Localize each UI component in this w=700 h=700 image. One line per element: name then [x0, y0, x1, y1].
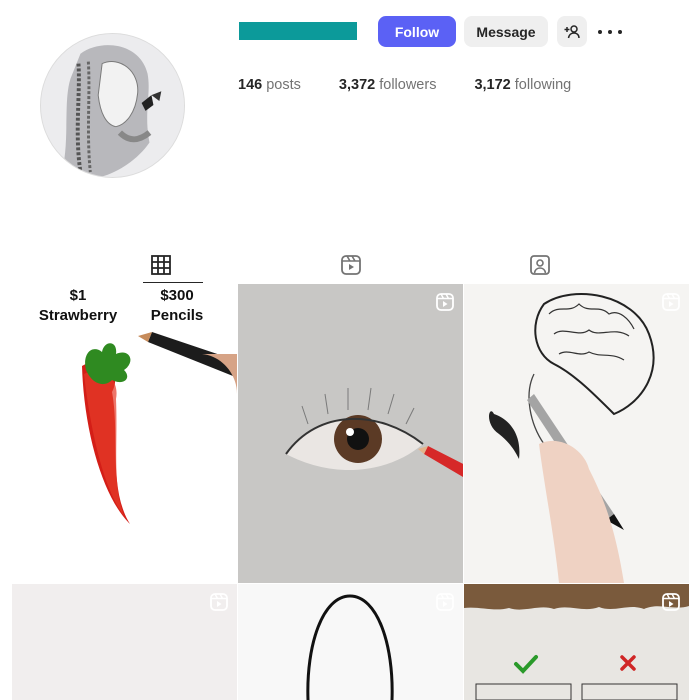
tab-reels[interactable] [321, 244, 381, 285]
left-price-caption: $1 Strawberry [32, 286, 124, 326]
tagged-icon [530, 254, 550, 275]
right-price-caption: $300 Pencils [145, 286, 209, 326]
post-blank-paper[interactable] [12, 584, 237, 700]
eye-drawing-image [238, 284, 463, 583]
tab-tagged[interactable] [510, 244, 570, 285]
oval-outline-image [238, 584, 463, 700]
more-options-icon[interactable] [598, 22, 622, 42]
comparison-board-image [464, 584, 689, 700]
reel-badge-icon [436, 293, 454, 311]
suggest-people-button[interactable] [557, 16, 587, 47]
right-item: Pencils [150, 307, 204, 324]
profile-stats: 146 posts 3,372 followers 3,172 followin… [238, 77, 609, 93]
avatar-portrait-drawing [41, 34, 184, 177]
reel-badge-icon [662, 293, 680, 311]
posts-count: 146 [238, 77, 263, 93]
tab-posts[interactable] [131, 244, 191, 285]
reel-badge-icon [662, 593, 680, 611]
profile-avatar[interactable] [40, 33, 185, 178]
username-redacted-bar [239, 22, 357, 40]
reel-badge-icon [210, 593, 228, 611]
post-eye-drawing[interactable] [238, 284, 463, 583]
profile-tabs [12, 243, 688, 284]
more-dot [618, 30, 622, 34]
strawberry-drawing-image [12, 284, 237, 583]
posts-label: posts [266, 77, 301, 93]
followers-stat[interactable]: 3,372 followers [339, 77, 437, 93]
post-right-wrong-comparison[interactable] [464, 584, 689, 700]
right-price: $300 [160, 287, 194, 304]
following-count: 3,172 [474, 77, 511, 93]
left-price: $1 [69, 287, 87, 304]
left-item: Strawberry [38, 307, 118, 324]
following-stat[interactable]: 3,172 following [474, 77, 571, 93]
post-oval-outline[interactable] [238, 584, 463, 700]
followers-count: 3,372 [338, 77, 376, 93]
posts-stat: 146 posts [238, 77, 301, 93]
blank-paper-image [12, 584, 237, 700]
portrait-sketch-image [464, 284, 689, 583]
follow-button[interactable]: Follow [378, 16, 456, 47]
followers-label: followers [379, 77, 437, 93]
following-label: following [514, 77, 572, 93]
add-person-icon [564, 24, 580, 38]
post-curly-hair-portrait[interactable] [464, 284, 689, 583]
more-dot [608, 30, 612, 34]
reels-icon [341, 254, 361, 275]
reel-badge-icon [436, 593, 454, 611]
message-button[interactable]: Message [464, 16, 548, 47]
posts-grid: $1 Strawberry $300 Pencils [12, 284, 689, 700]
grid-icon [151, 254, 171, 275]
active-tab-indicator [143, 282, 203, 283]
more-dot [598, 30, 602, 34]
post-strawberry-vs-pencils[interactable]: $1 Strawberry $300 Pencils [12, 284, 237, 583]
reel-badge-icon [210, 293, 228, 311]
